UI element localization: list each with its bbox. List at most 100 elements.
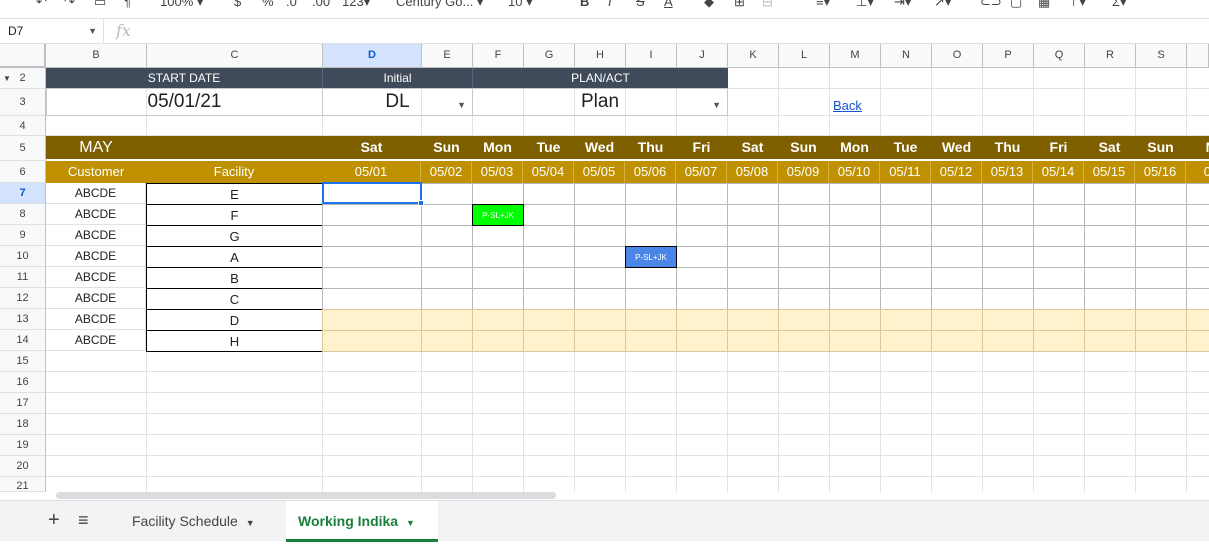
schedule-cell[interactable] [322,267,422,289]
column-header-f[interactable]: F [473,44,524,68]
schedule-entry[interactable]: P-SL+JK [472,204,524,226]
column-header-n[interactable]: N [881,44,932,68]
undo-icon[interactable]: ↶ [36,0,47,10]
schedule-cell[interactable] [676,246,728,268]
schedule-cell[interactable] [1186,330,1209,352]
valign-icon[interactable]: ⊥▾ [856,0,874,10]
schedule-cell[interactable] [523,267,575,289]
schedule-cell[interactable] [322,288,422,310]
schedule-cell[interactable] [931,330,983,352]
schedule-cell[interactable] [1033,225,1085,247]
facility-cell[interactable]: H [146,330,323,352]
schedule-cell[interactable] [1084,309,1136,331]
schedule-cell[interactable] [574,204,626,226]
row-header-9[interactable]: 9 [0,225,46,246]
schedule-entry[interactable]: P-SL+JK [625,246,677,268]
schedule-cell[interactable] [523,309,575,331]
schedule-cell[interactable] [523,204,575,226]
schedule-cell[interactable] [625,288,677,310]
schedule-cell[interactable] [880,330,932,352]
facility-cell[interactable]: B [146,267,323,289]
schedule-cell[interactable] [931,288,983,310]
all-sheets-button[interactable]: ≡ [78,510,89,531]
percent-button[interactable]: % [262,0,274,9]
schedule-cell[interactable] [1084,330,1136,352]
schedule-cell[interactable] [322,246,422,268]
schedule-cell[interactable] [982,288,1034,310]
schedule-cell[interactable] [1186,288,1209,310]
schedule-cell[interactable] [982,267,1034,289]
facility-cell[interactable]: E [146,183,323,205]
merge-icon[interactable]: ⊟ [762,0,773,10]
schedule-cell[interactable] [727,330,779,352]
schedule-cell[interactable] [880,204,932,226]
schedule-cell[interactable] [421,330,473,352]
schedule-cell[interactable] [1084,267,1136,289]
borders-icon[interactable]: ⊞ [734,0,745,10]
schedule-cell[interactable] [1033,288,1085,310]
row-header-20[interactable]: 20 [0,456,46,477]
schedule-cell[interactable] [829,225,881,247]
row-header-15[interactable]: 15 [0,351,46,372]
schedule-cell[interactable] [727,204,779,226]
schedule-cell[interactable] [676,204,728,226]
selected-cell[interactable] [322,182,422,204]
facility-cell[interactable]: D [146,309,323,331]
schedule-cell[interactable] [829,309,881,331]
schedule-cell[interactable] [421,204,473,226]
schedule-cell[interactable] [829,267,881,289]
schedule-cell[interactable] [727,225,779,247]
schedule-cell[interactable] [421,309,473,331]
schedule-cell[interactable] [880,288,932,310]
schedule-cell[interactable] [574,267,626,289]
schedule-cell[interactable] [727,183,779,205]
font-size-select[interactable]: 10 ▾ [508,0,533,10]
row-header-18[interactable]: 18 [0,414,46,435]
rotate-icon[interactable]: ↗▾ [934,0,951,10]
chart-icon[interactable]: ▦ [1038,0,1050,10]
schedule-cell[interactable] [880,267,932,289]
schedule-cell[interactable] [421,267,473,289]
schedule-cell[interactable] [625,309,677,331]
row-header-10[interactable]: 10 [0,246,46,267]
schedule-cell[interactable] [727,288,779,310]
schedule-cell[interactable] [727,267,779,289]
column-header-d[interactable]: D [323,44,422,68]
schedule-cell[interactable] [1084,204,1136,226]
schedule-cell[interactable] [982,183,1034,205]
schedule-cell[interactable] [1033,309,1085,331]
row-header-12[interactable]: 12 [0,288,46,309]
schedule-cell[interactable] [880,183,932,205]
schedule-cell[interactable] [574,246,626,268]
italic-icon[interactable]: I [608,0,612,9]
link-icon[interactable]: ⊂⊃ [980,0,1002,10]
schedule-cell[interactable] [778,330,830,352]
row-header-11[interactable]: 11 [0,267,46,288]
schedule-cell[interactable] [1084,225,1136,247]
schedule-cell[interactable] [1186,183,1209,205]
schedule-cell[interactable] [625,204,677,226]
row-header-17[interactable]: 17 [0,393,46,414]
text-color-icon[interactable]: A [664,0,673,9]
schedule-cell[interactable] [778,288,830,310]
column-header-l[interactable]: L [779,44,830,68]
schedule-cell[interactable] [574,309,626,331]
schedule-cell[interactable] [829,183,881,205]
schedule-cell[interactable] [421,288,473,310]
zoom-select[interactable]: 100% ▾ [160,0,203,10]
formula-input[interactable] [145,19,1205,43]
column-header-m[interactable]: M [830,44,881,68]
schedule-cell[interactable] [421,183,473,205]
schedule-cell[interactable] [982,330,1034,352]
schedule-cell[interactable] [1186,246,1209,268]
schedule-cell[interactable] [421,225,473,247]
tab-working-indika[interactable]: Working Indika ▼ [286,501,438,542]
select-all-corner[interactable] [0,44,46,68]
row-header-13[interactable]: 13 [0,309,46,330]
schedule-cell[interactable] [472,183,524,205]
align-icon[interactable]: ≡▾ [816,0,830,10]
currency-button[interactable]: $ [234,0,241,9]
schedule-cell[interactable] [880,246,932,268]
schedule-cell[interactable] [1033,183,1085,205]
schedule-cell[interactable] [1186,267,1209,289]
